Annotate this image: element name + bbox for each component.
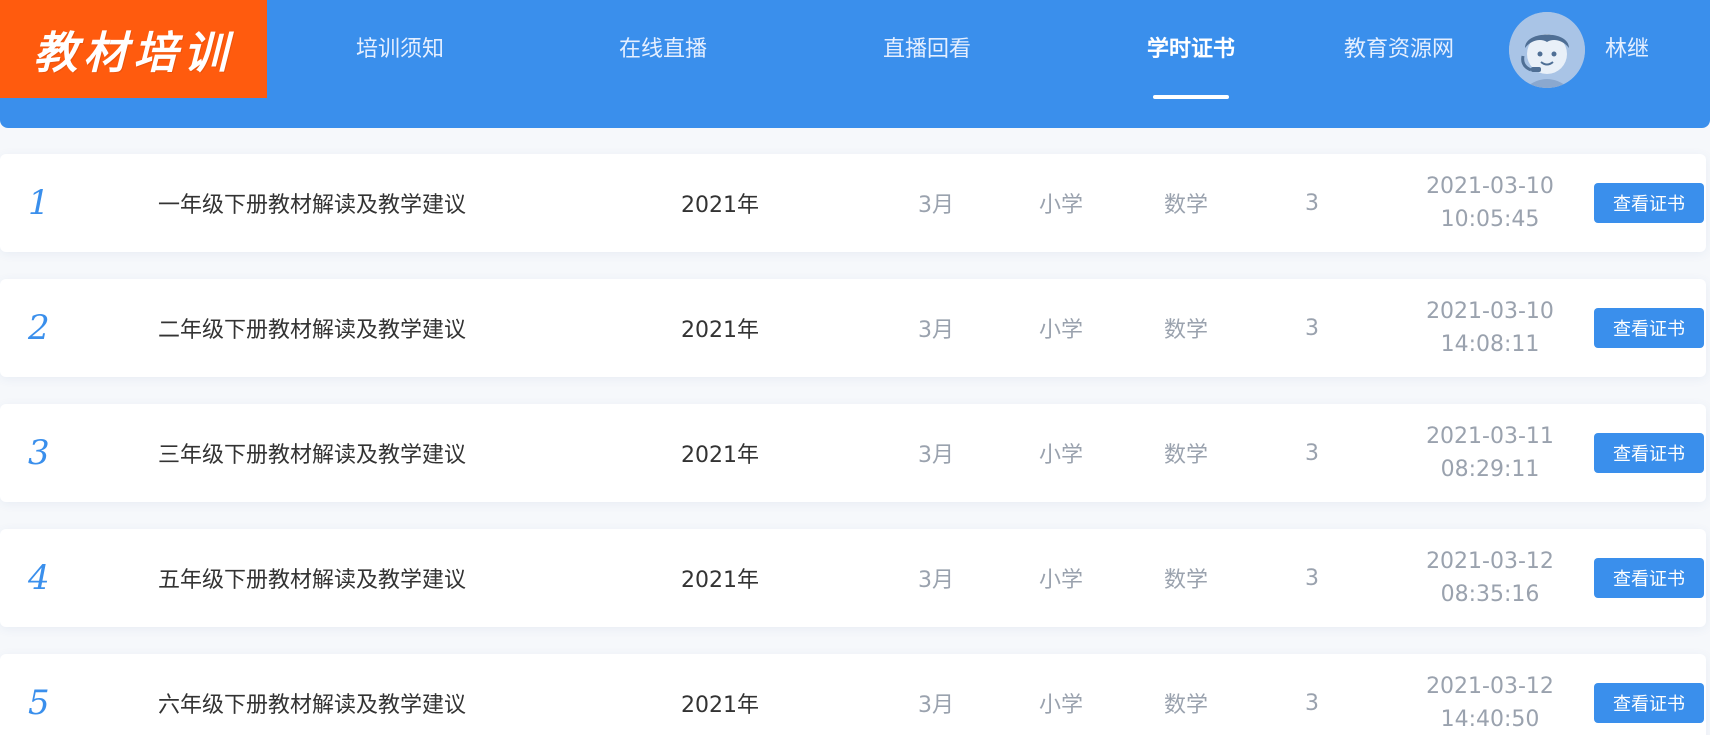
course-subject: 数学 xyxy=(1163,568,1208,593)
course-title: 六年级下册教材解读及教学建议 xyxy=(158,693,467,718)
completion-date: 2021-03-10 xyxy=(1426,299,1554,324)
nav-item-live[interactable]: 在线直播 xyxy=(606,30,720,70)
course-title: 五年级下册教材解读及教学建议 xyxy=(158,568,467,593)
course-hours: 3 xyxy=(1305,565,1319,591)
course-year: 2021年 xyxy=(681,193,759,218)
nav-item-certificate[interactable]: 学时证书 xyxy=(1133,30,1249,70)
user-avatar-icon[interactable] xyxy=(1509,12,1585,88)
row-index: 4 xyxy=(28,558,50,598)
course-hours: 3 xyxy=(1305,315,1319,341)
completion-datetime: 2021-03-10 14:08:11 xyxy=(1390,279,1590,377)
school-stage: 小学 xyxy=(1038,193,1083,218)
nav-item-replay[interactable]: 直播回看 xyxy=(870,30,984,70)
completion-time: 10:05:45 xyxy=(1440,207,1540,232)
course-year: 2021年 xyxy=(681,443,759,468)
course-subject: 数学 xyxy=(1163,318,1208,343)
completion-time: 14:40:50 xyxy=(1440,707,1540,732)
nav-item-notice[interactable]: 培训须知 xyxy=(343,30,457,70)
view-certificate-button[interactable]: 查看证书 xyxy=(1594,433,1704,473)
course-hours: 3 xyxy=(1305,690,1319,716)
certificate-row: 4 五年级下册教材解读及教学建议 2021年 3月 小学 数学 3 2021-0… xyxy=(0,529,1706,627)
view-certificate-button[interactable]: 查看证书 xyxy=(1594,183,1704,223)
course-subject: 数学 xyxy=(1163,693,1208,718)
site-logo[interactable]: 教材培训 xyxy=(0,0,267,98)
completion-time: 14:08:11 xyxy=(1440,332,1540,357)
row-index: 2 xyxy=(28,308,50,348)
course-subject: 数学 xyxy=(1163,443,1208,468)
course-subject: 数学 xyxy=(1163,193,1208,218)
course-month: 3月 xyxy=(918,443,954,468)
school-stage: 小学 xyxy=(1038,568,1083,593)
school-stage: 小学 xyxy=(1038,443,1083,468)
completion-time: 08:35:16 xyxy=(1440,582,1540,607)
school-stage: 小学 xyxy=(1038,693,1083,718)
course-hours: 3 xyxy=(1305,440,1319,466)
course-month: 3月 xyxy=(918,193,954,218)
completion-time: 08:29:11 xyxy=(1440,457,1540,482)
user-name[interactable]: 林继 xyxy=(1605,30,1649,70)
course-year: 2021年 xyxy=(681,568,759,593)
course-year: 2021年 xyxy=(681,693,759,718)
completion-datetime: 2021-03-12 08:35:16 xyxy=(1390,529,1590,627)
course-title: 一年级下册教材解读及教学建议 xyxy=(158,193,467,218)
certificate-row: 3 三年级下册教材解读及教学建议 2021年 3月 小学 数学 3 2021-0… xyxy=(0,404,1706,502)
course-month: 3月 xyxy=(918,693,954,718)
row-index: 1 xyxy=(28,183,50,223)
course-title: 三年级下册教材解读及教学建议 xyxy=(158,443,467,468)
completion-datetime: 2021-03-11 08:29:11 xyxy=(1390,404,1590,502)
school-stage: 小学 xyxy=(1038,318,1083,343)
row-index: 3 xyxy=(28,433,50,473)
view-certificate-button[interactable]: 查看证书 xyxy=(1594,558,1704,598)
completion-date: 2021-03-12 xyxy=(1426,549,1554,574)
certificate-row: 5 六年级下册教材解读及教学建议 2021年 3月 小学 数学 3 2021-0… xyxy=(0,654,1706,735)
completion-date: 2021-03-12 xyxy=(1426,674,1554,699)
completion-date: 2021-03-11 xyxy=(1426,424,1554,449)
course-month: 3月 xyxy=(918,568,954,593)
nav-item-resources[interactable]: 教育资源网 xyxy=(1330,30,1468,70)
row-index: 5 xyxy=(28,683,50,723)
course-hours: 3 xyxy=(1305,190,1319,216)
certificate-row: 1 一年级下册教材解读及教学建议 2021年 3月 小学 数学 3 2021-0… xyxy=(0,154,1706,252)
certificate-row: 2 二年级下册教材解读及教学建议 2021年 3月 小学 数学 3 2021-0… xyxy=(0,279,1706,377)
view-certificate-button[interactable]: 查看证书 xyxy=(1594,683,1704,723)
completion-date: 2021-03-10 xyxy=(1426,174,1554,199)
active-nav-indicator xyxy=(1153,95,1229,99)
course-year: 2021年 xyxy=(681,318,759,343)
avatar-illustration xyxy=(1509,12,1585,88)
course-month: 3月 xyxy=(918,318,954,343)
logo-text: 教材培训 xyxy=(33,28,234,79)
course-title: 二年级下册教材解读及教学建议 xyxy=(158,318,467,343)
top-header: 教材培训 培训须知 在线直播 直播回看 学时证书 教育资源网 林继 xyxy=(0,0,1710,128)
view-certificate-button[interactable]: 查看证书 xyxy=(1594,308,1704,348)
completion-datetime: 2021-03-10 10:05:45 xyxy=(1390,154,1590,252)
completion-datetime: 2021-03-12 14:40:50 xyxy=(1390,654,1590,735)
